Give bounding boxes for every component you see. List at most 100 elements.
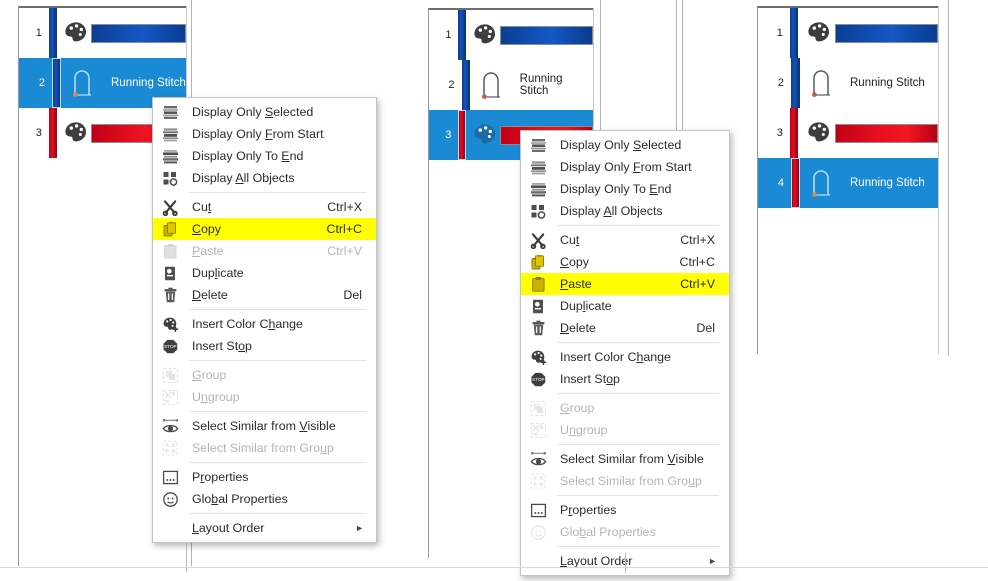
color-bar	[789, 108, 799, 158]
menu-item-label: Display Only From Start	[192, 127, 324, 141]
svg-text:STOP: STOP	[532, 377, 544, 382]
list-item[interactable]: 4 Running Stitch	[758, 158, 938, 208]
context-menu-paste[interactable]: Display Only Selected Display Only From S…	[520, 130, 730, 576]
menu-item-label: Group	[560, 401, 595, 415]
menu-item-label: Global Properties	[192, 492, 288, 506]
menu-item-delete[interactable]: Delete Del	[521, 317, 729, 339]
menu-item-shortcut: Ctrl+V	[327, 244, 362, 258]
list-item-index: 3	[35, 127, 42, 139]
menu-item-shortcut: Ctrl+X	[680, 233, 715, 247]
color-bar	[789, 8, 799, 58]
color-swatch	[834, 23, 939, 43]
global-properties-icon	[153, 488, 187, 510]
menu-item-display-only-selected[interactable]: Display Only Selected	[521, 134, 729, 156]
menu-item-select-similar-from-visible[interactable]: Select Similar from Visible	[521, 448, 729, 470]
chevron-right-icon: ►	[708, 556, 717, 566]
group-icon	[521, 397, 555, 419]
menu-item-label: Insert Color Change	[192, 317, 303, 331]
list-item-index: 3	[776, 127, 783, 139]
screenshot-stage: 1 2 Running Stitch 3 1 2 Running Stitch 3 1 2 Ru…	[0, 0, 988, 581]
menu-item-display-all-objects[interactable]: Display All Objects	[153, 167, 376, 189]
color-bar	[791, 58, 800, 108]
menu-item-no-icon	[153, 517, 187, 539]
stitch-icon	[65, 68, 99, 98]
list-item[interactable]: 1	[19, 8, 186, 58]
menu-item-duplicate[interactable]: Duplicate	[521, 295, 729, 317]
stitch-icon	[474, 70, 507, 100]
stitch-icon	[804, 68, 838, 98]
menu-item-no-icon	[521, 550, 555, 572]
menu-item-insert-color-change[interactable]: Insert Color Change	[153, 313, 376, 335]
menu-separator	[557, 495, 719, 496]
menu-item-select-similar-from-visible[interactable]: Select Similar from Visible	[153, 415, 376, 437]
menu-item-display-all-objects[interactable]: Display All Objects	[521, 200, 729, 222]
menu-item-insert-stop[interactable]: STOP Insert Stop	[521, 368, 729, 390]
properties-icon	[521, 499, 555, 521]
menu-item-copy[interactable]: Copy Ctrl+C	[153, 218, 376, 240]
menu-item-label: Display Only Selected	[560, 138, 682, 152]
color-bar	[48, 8, 57, 58]
menu-item-duplicate[interactable]: Duplicate	[153, 262, 376, 284]
menu-item-label: Select Similar from Visible	[192, 419, 336, 433]
menu-item-properties[interactable]: Properties	[521, 499, 729, 521]
menu-item-label: Cut	[560, 233, 580, 247]
menu-item-global-properties[interactable]: Global Properties	[153, 488, 376, 510]
insert-stop-icon: STOP	[153, 335, 187, 357]
color-bar	[458, 10, 467, 60]
list-item[interactable]: 3	[758, 108, 939, 158]
palette-icon	[470, 123, 499, 147]
menu-item-copy[interactable]: Copy Ctrl+C	[521, 251, 729, 273]
menu-item-display-only-from-start[interactable]: Display Only From Start	[521, 156, 729, 178]
trash-icon	[153, 284, 187, 306]
menu-item-label: Global Properties	[560, 525, 656, 539]
display-selected-icon	[521, 134, 555, 156]
stitch-icon	[804, 168, 838, 198]
menu-item-shortcut: Ctrl+X	[327, 200, 362, 214]
list-item[interactable]: 2 Running Stitch	[429, 60, 593, 110]
menu-item-display-only-to-end[interactable]: Display Only To End	[521, 178, 729, 200]
menu-item-display-only-selected[interactable]: Display Only Selected	[153, 101, 376, 123]
palette-icon	[61, 121, 91, 145]
menu-item-shortcut: Ctrl+C	[679, 255, 715, 269]
select-similar-group-icon	[521, 470, 555, 492]
menu-item-display-only-to-end[interactable]: Display Only To End	[153, 145, 376, 167]
palette-icon	[802, 21, 834, 45]
menu-item-insert-color-change[interactable]: Insert Color Change	[521, 346, 729, 368]
menu-item-label: Display Only To End	[192, 149, 304, 163]
menu-item-label: Paste	[560, 277, 592, 291]
menu-item-insert-stop[interactable]: STOP Insert Stop	[153, 335, 376, 357]
color-bar	[461, 60, 471, 110]
list-item-label: Running Stitch	[850, 77, 925, 89]
menu-item-cut[interactable]: Cut Ctrl+X	[153, 196, 376, 218]
color-swatch	[90, 23, 186, 43]
menu-item-delete[interactable]: Delete Del	[153, 284, 376, 306]
palette-icon	[470, 23, 499, 47]
menu-item-cut[interactable]: Cut Ctrl+X	[521, 229, 729, 251]
menu-item-properties[interactable]: Properties	[153, 466, 376, 488]
copy-icon	[521, 251, 555, 273]
menu-item-layout-order[interactable]: Layout Order ►	[153, 517, 376, 539]
list-item-label: Running Stitch	[519, 73, 563, 97]
menu-item-shortcut: Del	[343, 288, 362, 302]
select-similar-visible-icon	[521, 448, 555, 470]
duplicate-icon	[153, 262, 187, 284]
list-item[interactable]: 2 Running Stitch	[758, 58, 938, 108]
menu-paste-anchor-line	[625, 553, 626, 573]
select-similar-group-icon	[153, 437, 187, 459]
menu-separator	[557, 546, 719, 547]
list-item[interactable]: 1	[429, 10, 594, 60]
menu-item-display-only-from-start[interactable]: Display Only From Start	[153, 123, 376, 145]
color-bar	[48, 108, 57, 158]
menu-item-shortcut: Ctrl+C	[326, 222, 362, 236]
context-menu-copy[interactable]: Display Only Selected Display Only From S…	[152, 97, 377, 543]
menu-item-label: Display Only To End	[560, 182, 672, 196]
svg-text:STOP: STOP	[164, 344, 176, 349]
insert-color-change-icon	[153, 313, 187, 335]
list-item-index: 4	[777, 177, 784, 189]
menu-item-label: Properties	[192, 470, 249, 484]
menu-item-label: Display Only Selected	[192, 105, 314, 119]
menu-item-paste[interactable]: Paste Ctrl+V	[521, 273, 729, 295]
menu-item-label: Group	[192, 368, 227, 382]
list-item[interactable]: 1	[758, 8, 939, 58]
menu-item-ungroup: Ungroup	[153, 386, 376, 408]
